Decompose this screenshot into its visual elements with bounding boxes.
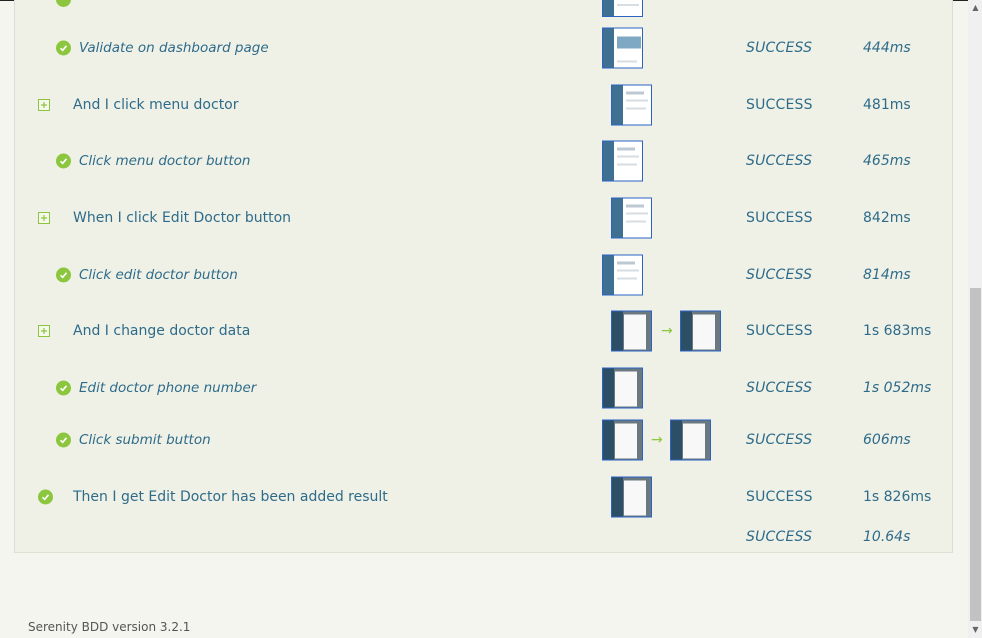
step-status: SUCCESS	[746, 97, 813, 113]
step-row: When I click Edit Doctor button SUCCESS …	[14, 193, 953, 243]
expand-plus-icon[interactable]	[38, 325, 50, 337]
step-label: And I click menu doctor	[73, 97, 239, 113]
expand-plus-icon[interactable]	[38, 99, 50, 111]
step-label: Then I get Edit Doctor has been added re…	[73, 489, 388, 505]
screenshot-thumbnail[interactable]	[602, 140, 643, 182]
check-circle-icon	[56, 380, 71, 396]
total-status: SUCCESS	[746, 529, 813, 545]
step-status: SUCCESS	[746, 267, 813, 283]
step-duration: 1s 052ms	[863, 380, 932, 396]
step-label: Click edit doctor button	[79, 267, 238, 283]
expand-plus-icon[interactable]	[38, 212, 50, 224]
step-status: SUCCESS	[746, 323, 813, 339]
step-label: And I change doctor data	[73, 323, 251, 339]
step-duration: 814ms	[863, 267, 911, 283]
step-label: Click submit button	[79, 432, 211, 448]
screenshot-thumbnail[interactable]	[602, 367, 643, 409]
check-circle-icon	[56, 153, 71, 169]
step-row: And I click menu doctor SUCCESS 481ms	[14, 80, 953, 130]
version-footer: Serenity BDD version 3.2.1	[28, 620, 191, 634]
step-status: SUCCESS	[746, 40, 813, 56]
step-duration: 444ms	[863, 40, 911, 56]
screenshot-thumbnail[interactable]	[611, 310, 652, 352]
step-label: Edit doctor phone number	[79, 380, 257, 396]
step-row: Validate on dashboard page SUCCESS 444ms	[14, 23, 953, 73]
screenshot-thumbnail[interactable]	[602, 254, 643, 296]
step-row: Click submit button → SUCCESS 606ms	[14, 415, 953, 465]
step-duration: 465ms	[863, 153, 911, 169]
step-status: SUCCESS	[746, 153, 813, 169]
arrow-right-icon: →	[651, 432, 663, 448]
step-status: SUCCESS	[746, 210, 813, 226]
scroll-down-arrow-icon[interactable]: ▼	[970, 624, 981, 636]
step-row: Edit doctor phone number SUCCESS 1s 052m…	[14, 363, 953, 413]
step-duration: 1s 826ms	[863, 489, 932, 505]
check-circle-icon	[56, 267, 71, 283]
total-duration: 10.64s	[863, 529, 911, 545]
step-label: Validate on dashboard page	[79, 40, 269, 56]
step-duration: 481ms	[863, 97, 911, 113]
step-duration: 606ms	[863, 432, 911, 448]
step-duration: 842ms	[863, 210, 911, 226]
screenshot-thumbnail[interactable]	[602, 0, 643, 17]
screenshot-thumbnail[interactable]	[611, 197, 652, 239]
step-duration: 1s 683ms	[863, 323, 932, 339]
step-label: Click menu doctor button	[79, 153, 251, 169]
screenshot-thumbnail[interactable]	[680, 310, 721, 352]
screenshot-thumbnail[interactable]	[611, 84, 652, 126]
scroll-up-arrow-icon[interactable]: ▲	[970, 2, 981, 14]
arrow-right-icon: →	[661, 323, 673, 339]
step-status: SUCCESS	[746, 489, 813, 505]
screenshot-thumbnail[interactable]	[670, 419, 711, 461]
step-status: SUCCESS	[746, 380, 813, 396]
step-row: Click edit doctor button SUCCESS 814ms	[14, 250, 953, 300]
step-row: And I change doctor data → SUCCESS 1s 68…	[14, 306, 953, 356]
step-status: SUCCESS	[746, 432, 813, 448]
screenshot-thumbnail[interactable]	[602, 419, 643, 461]
total-row: SUCCESS 10.64s	[14, 512, 953, 562]
step-label: When I click Edit Doctor button	[73, 210, 292, 226]
check-circle-icon	[56, 432, 71, 448]
step-row: Click menu doctor button SUCCESS 465ms	[14, 136, 953, 186]
check-circle-icon	[38, 489, 53, 505]
scrollbar-thumb[interactable]	[970, 288, 981, 621]
screenshot-thumbnail[interactable]	[602, 27, 643, 69]
check-circle-icon	[56, 40, 71, 56]
